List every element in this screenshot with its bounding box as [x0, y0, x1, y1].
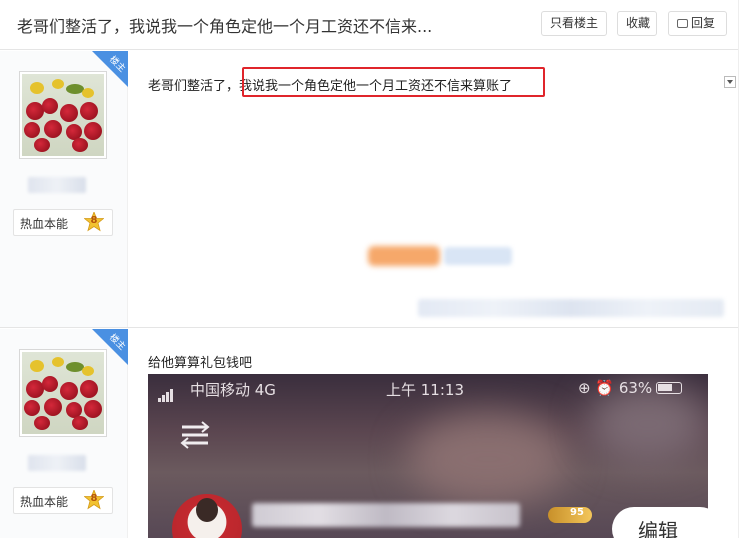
level-name: 热血本能 [20, 217, 69, 231]
post-1: 楼主 热血本能 8 老哥们整活了，我说我一个角色定他一个月工资还不信来算账了 [0, 51, 738, 328]
chevron-down-icon [727, 80, 733, 84]
reply-label: 回复 [691, 16, 716, 30]
highlight-box [242, 67, 545, 97]
username-blurred[interactable] [28, 177, 86, 193]
phone-time: 上午 11:13 [386, 381, 464, 399]
post-content: 给他算算礼包钱吧 [148, 356, 253, 371]
menu-icon [180, 421, 210, 449]
avatar-image [22, 352, 104, 434]
battery-icon [656, 382, 683, 394]
post-content-prefix: 老哥们整活了， [148, 79, 240, 94]
blurred-tag-orange[interactable] [368, 246, 440, 266]
thread-header: 老哥们整活了，我说我一个角色定他一个月工资还不信来... 只看楼主 收藏 回复 [0, 0, 745, 50]
signal-icon [158, 384, 174, 402]
embedded-screenshot[interactable]: 中国移动 4G 上午 11:13 ⊕ ⏰ 63% 95 编辑 [148, 374, 708, 538]
author-sidebar: 楼主 热血本能 8 [0, 51, 128, 327]
username-blurred[interactable] [28, 455, 86, 471]
avatar[interactable] [19, 349, 107, 437]
vip-level: 95 [570, 507, 584, 518]
level-badge: 热血本能 8 [13, 209, 113, 236]
phone-status-bar: 中国移动 4G 上午 11:13 ⊕ ⏰ 63% [148, 379, 708, 402]
blurred-tag-blue[interactable] [444, 247, 512, 265]
author-sidebar: 楼主 热血本能 8 [0, 329, 128, 538]
favorite-button[interactable]: 收藏 [617, 11, 657, 36]
phone-carrier: 中国移动 4G [190, 381, 276, 399]
level-badge: 热血本能 8 [13, 487, 113, 514]
blurred-post-footer [418, 299, 724, 317]
level-star-icon: 8 [84, 212, 104, 232]
reply-button[interactable]: 回复 [668, 11, 727, 36]
level-number: 8 [90, 215, 98, 226]
edit-label: 编辑 [638, 519, 678, 538]
avatar[interactable] [19, 71, 107, 159]
post-2: 楼主 热血本能 8 给他算算礼包钱吧 中国移动 4G 上午 11:13 ⊕ ⏰ … [0, 329, 738, 538]
lock-rotation-icon: ⊕ [578, 379, 591, 397]
profile-name-blurred [252, 503, 520, 527]
profile-avatar-head [196, 498, 218, 522]
thread-title: 老哥们整活了，我说我一个角色定他一个月工资还不信来... [17, 17, 433, 36]
only-op-button[interactable]: 只看楼主 [541, 11, 607, 36]
level-star-icon: 8 [84, 490, 104, 510]
reply-icon [677, 19, 688, 28]
battery-percent: 63% [618, 379, 653, 397]
avatar-image [22, 74, 104, 156]
level-name: 热血本能 [20, 495, 69, 509]
phone-right-status: ⊕ ⏰ 63% [578, 379, 683, 397]
level-number: 8 [90, 493, 98, 504]
page-scroll-edge [738, 0, 745, 538]
post-menu-dropdown[interactable] [724, 76, 736, 88]
alarm-icon: ⏰ [595, 379, 615, 397]
